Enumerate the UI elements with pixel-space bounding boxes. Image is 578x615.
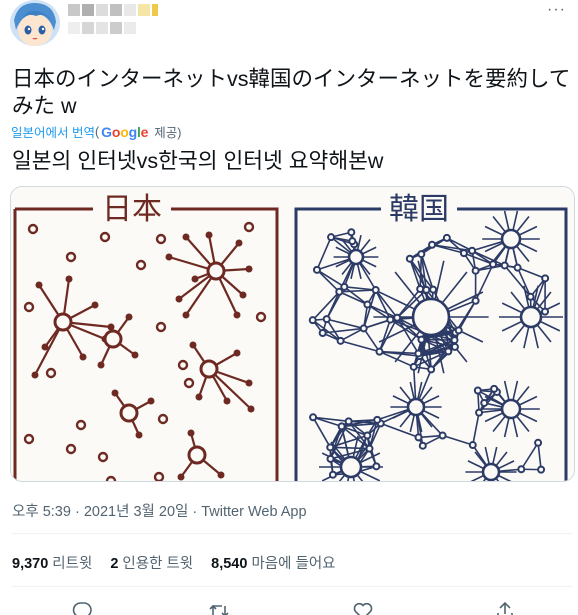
retweets-count: 9,370 xyxy=(12,556,49,572)
translate-provider-suffix: 제공) xyxy=(154,126,182,140)
translate-link[interactable]: 일본어에서 번역 xyxy=(11,122,95,141)
more-options-icon[interactable]: ··· xyxy=(547,2,566,18)
right-panel-title: 韓国 xyxy=(389,192,449,227)
quotes-count: 2 xyxy=(110,556,119,572)
divider xyxy=(12,586,572,587)
divider xyxy=(12,533,572,534)
tweet-image[interactable]: 日本 韓国 xyxy=(10,186,575,482)
username-redacted[interactable] xyxy=(68,22,136,34)
quotes-stat[interactable]: 2 인용한 트윗 xyxy=(110,552,193,573)
tweet-text: 日本のインターネットvs韓国のインターネットを要約してみた w xyxy=(12,67,571,118)
translation-attribution: 일본어에서 번역 ( Google 제공) xyxy=(11,122,181,141)
likes-count: 8,540 xyxy=(211,556,248,572)
retweets-stat[interactable]: 9,370 리트윗 xyxy=(12,552,92,573)
likes-label: 마음에 들어요 xyxy=(251,556,336,572)
retweet-icon[interactable] xyxy=(208,600,230,615)
translated-text: 일본의 인터넷vs한국의 인터넷 요약해본w xyxy=(12,149,384,173)
tweet-stats: 9,370 리트윗 2 인용한 트윗 8,540 마음에 들어요 xyxy=(12,552,336,573)
left-panel-title: 日本 xyxy=(102,192,162,227)
likes-stat[interactable]: 8,540 마음에 들어요 xyxy=(211,552,335,573)
heart-icon[interactable] xyxy=(352,600,374,615)
translate-open-paren: ( xyxy=(94,124,100,139)
reply-icon[interactable] xyxy=(71,600,93,615)
avatar[interactable] xyxy=(10,0,60,46)
retweets-label: 리트윗 xyxy=(52,556,93,572)
quotes-label: 인용한 트윗 xyxy=(122,556,194,572)
google-logo: Google xyxy=(101,123,149,140)
share-icon[interactable] xyxy=(494,600,516,615)
tweet-header: ··· xyxy=(0,0,578,56)
tweet-actions xyxy=(0,598,578,615)
display-name-redacted[interactable] xyxy=(68,4,158,16)
tweet-timestamp[interactable]: 오후 5:39 · 2021년 3월 20일 · Twitter Web App xyxy=(12,500,307,521)
